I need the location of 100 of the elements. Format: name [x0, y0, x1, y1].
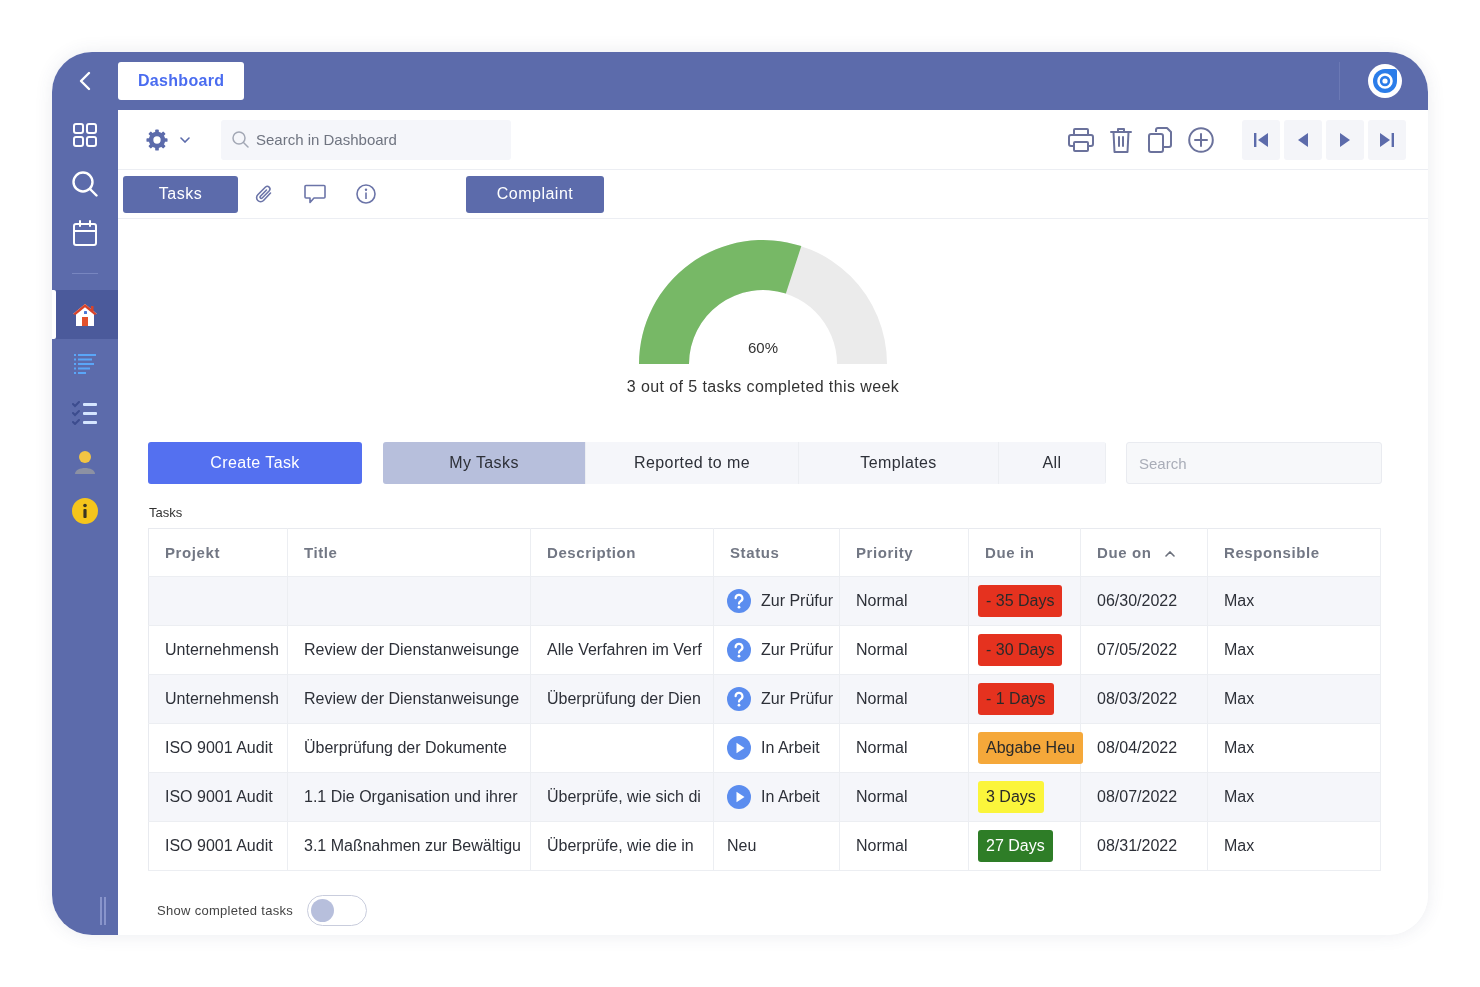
- resize-handle-icon[interactable]: [100, 897, 106, 925]
- table-cell: Max: [1207, 576, 1381, 626]
- target-logo-icon[interactable]: [1368, 64, 1402, 98]
- table-row[interactable]: ISO 9001 Audit 3.1 Maßnahmen zur Bewältigu Überprüfe, wie die in Neu Normal 27 Days 08/31/2022 Max: [148, 821, 1381, 871]
- table-cell: Unternehmensh: [148, 625, 288, 675]
- play-icon: [727, 736, 751, 760]
- table-cell: Review der Dienstanweisunge: [287, 625, 531, 675]
- skip-start-icon: [1253, 131, 1269, 148]
- gauge-reading: 60%: [748, 339, 778, 356]
- table-cell: ISO 9001 Audit: [148, 821, 288, 871]
- paperclip-icon[interactable]: [255, 184, 273, 204]
- search-icon[interactable]: [72, 170, 98, 197]
- due-badge: 27 Days: [978, 830, 1053, 862]
- copy-icon[interactable]: [1148, 126, 1172, 153]
- previous-button[interactable]: [1284, 119, 1322, 160]
- table-cell: 08/04/2022: [1080, 723, 1208, 773]
- table-cell: Normal: [839, 576, 969, 626]
- table-cell: 08/31/2022: [1080, 821, 1208, 871]
- comment-icon[interactable]: [304, 184, 326, 204]
- due-badge: - 30 Days: [978, 634, 1063, 666]
- table-cell: Unternehmensh: [148, 674, 288, 724]
- house-icon: [72, 302, 98, 327]
- column-header[interactable]: Due in: [985, 544, 1035, 561]
- question-icon: [727, 638, 751, 662]
- create-task-button[interactable]: Create Task: [148, 442, 362, 484]
- table-cell: Normal: [839, 625, 969, 675]
- skip-end-icon: [1379, 131, 1395, 148]
- table-cell: Alle Verfahren im Verf: [530, 625, 714, 675]
- first-page-button[interactable]: [1242, 119, 1280, 160]
- dashboard-tab[interactable]: Dashboard: [118, 62, 245, 100]
- chevron-down-icon[interactable]: [180, 136, 190, 143]
- table-cell: ISO 9001 Audit: [148, 723, 288, 773]
- status-label: Neu: [727, 837, 757, 855]
- table-cell: Überprüfung der Dokumente: [287, 723, 531, 773]
- table-cell: Max: [1207, 821, 1381, 871]
- printer-icon[interactable]: [1068, 127, 1094, 152]
- last-page-button[interactable]: [1368, 119, 1406, 160]
- column-header[interactable]: Projekt: [165, 544, 221, 561]
- filter-tab[interactable]: My Tasks: [383, 442, 586, 484]
- table-cell: Max: [1207, 674, 1381, 724]
- toggle-switch[interactable]: [307, 895, 368, 926]
- info-icon: [72, 497, 98, 524]
- user-icon: [74, 449, 96, 474]
- trash-icon[interactable]: [1110, 126, 1132, 153]
- search-icon: [232, 131, 249, 148]
- column-header[interactable]: Description: [547, 544, 637, 561]
- sidebar-item[interactable]: [52, 290, 118, 339]
- status-label: In Arbeit: [761, 739, 820, 757]
- due-badge: - 35 Days: [978, 585, 1063, 617]
- table-cell: Normal: [839, 674, 969, 724]
- table-row[interactable]: Unternehmensh Review der Dienstanweisunge Überprüfung der Dien Zur Prüfur Normal - 1 Days 08/03/2022 Max: [148, 674, 1381, 724]
- column-header[interactable]: Responsible: [1224, 544, 1320, 561]
- settings-icon[interactable]: [146, 128, 168, 151]
- table-cell: Max: [1207, 772, 1381, 822]
- back-icon[interactable]: [79, 71, 91, 91]
- status-label: Zur Prüfur: [761, 690, 833, 708]
- table-row[interactable]: ISO 9001 Audit 1.1 Die Organisation und ihrer Überprüfe, wie sich di In Arbeit Normal 3 Days 08/07/2022 Max: [148, 772, 1381, 822]
- status-label: Zur Prüfur: [761, 641, 833, 659]
- info-icon[interactable]: [356, 184, 376, 204]
- complaint-button[interactable]: Complaint: [466, 175, 604, 213]
- table-row[interactable]: Unternehmensh Review der Dienstanweisunge Alle Verfahren im Verf Zur Prüfur Normal - 30 Days 07/05/2022 Max: [148, 625, 1381, 675]
- tasks-button[interactable]: Tasks: [123, 175, 238, 213]
- question-icon: [727, 687, 751, 711]
- table-cell: Überprüfe, wie sich di: [530, 772, 714, 822]
- play-icon: [727, 785, 751, 809]
- table-cell: Überprüfung der Dien: [530, 674, 714, 724]
- list-icon: [73, 352, 97, 375]
- question-icon: [727, 589, 751, 613]
- search-field[interactable]: Search: [1126, 442, 1382, 484]
- table-cell: 07/05/2022: [1080, 625, 1208, 675]
- table-cell: 1.1 Die Organisation und ihrer: [287, 772, 531, 822]
- triangle-left-icon: [1297, 131, 1309, 148]
- status-label: Zur Prüfur: [761, 592, 833, 610]
- table-cell: 06/30/2022: [1080, 576, 1208, 626]
- sort-icon[interactable]: [1165, 551, 1176, 558]
- next-button[interactable]: [1326, 119, 1364, 160]
- column-header[interactable]: Title: [304, 544, 338, 561]
- table-row[interactable]: ISO 9001 Audit Überprüfung der Dokumente In Arbeit Normal Abgabe Heu 08/04/2022 Max: [148, 723, 1381, 773]
- table-cell: 08/03/2022: [1080, 674, 1208, 724]
- checklist-icon: [72, 400, 98, 425]
- table-title: Tasks: [148, 505, 184, 521]
- search-field[interactable]: Search in Dashboard: [221, 119, 511, 160]
- column-header[interactable]: Due on: [1097, 544, 1152, 561]
- status-label: In Arbeit: [761, 788, 820, 806]
- table-cell: Überprüfe, wie die in: [530, 821, 714, 871]
- triangle-right-icon: [1339, 131, 1351, 148]
- due-badge: Abgabe Heu: [978, 732, 1083, 764]
- column-header[interactable]: Status: [730, 544, 780, 561]
- table-row[interactable]: Zur Prüfur Normal - 35 Days 06/30/2022 Max: [148, 576, 1381, 626]
- column-header[interactable]: Priority: [856, 544, 914, 561]
- calendar-icon[interactable]: [73, 219, 97, 246]
- add-circle-icon[interactable]: [1188, 126, 1214, 153]
- grid-icon[interactable]: [73, 122, 97, 147]
- table-cell: Max: [1207, 723, 1381, 773]
- gauge-caption: 3 out of 5 tasks completed this week: [626, 377, 900, 397]
- table-cell: Normal: [839, 821, 969, 871]
- table-cell: Review der Dienstanweisunge: [287, 674, 531, 724]
- table-cell: Normal: [839, 772, 969, 822]
- toggle-label: Show completed tasks: [157, 903, 294, 918]
- due-badge: - 1 Days: [978, 683, 1054, 715]
